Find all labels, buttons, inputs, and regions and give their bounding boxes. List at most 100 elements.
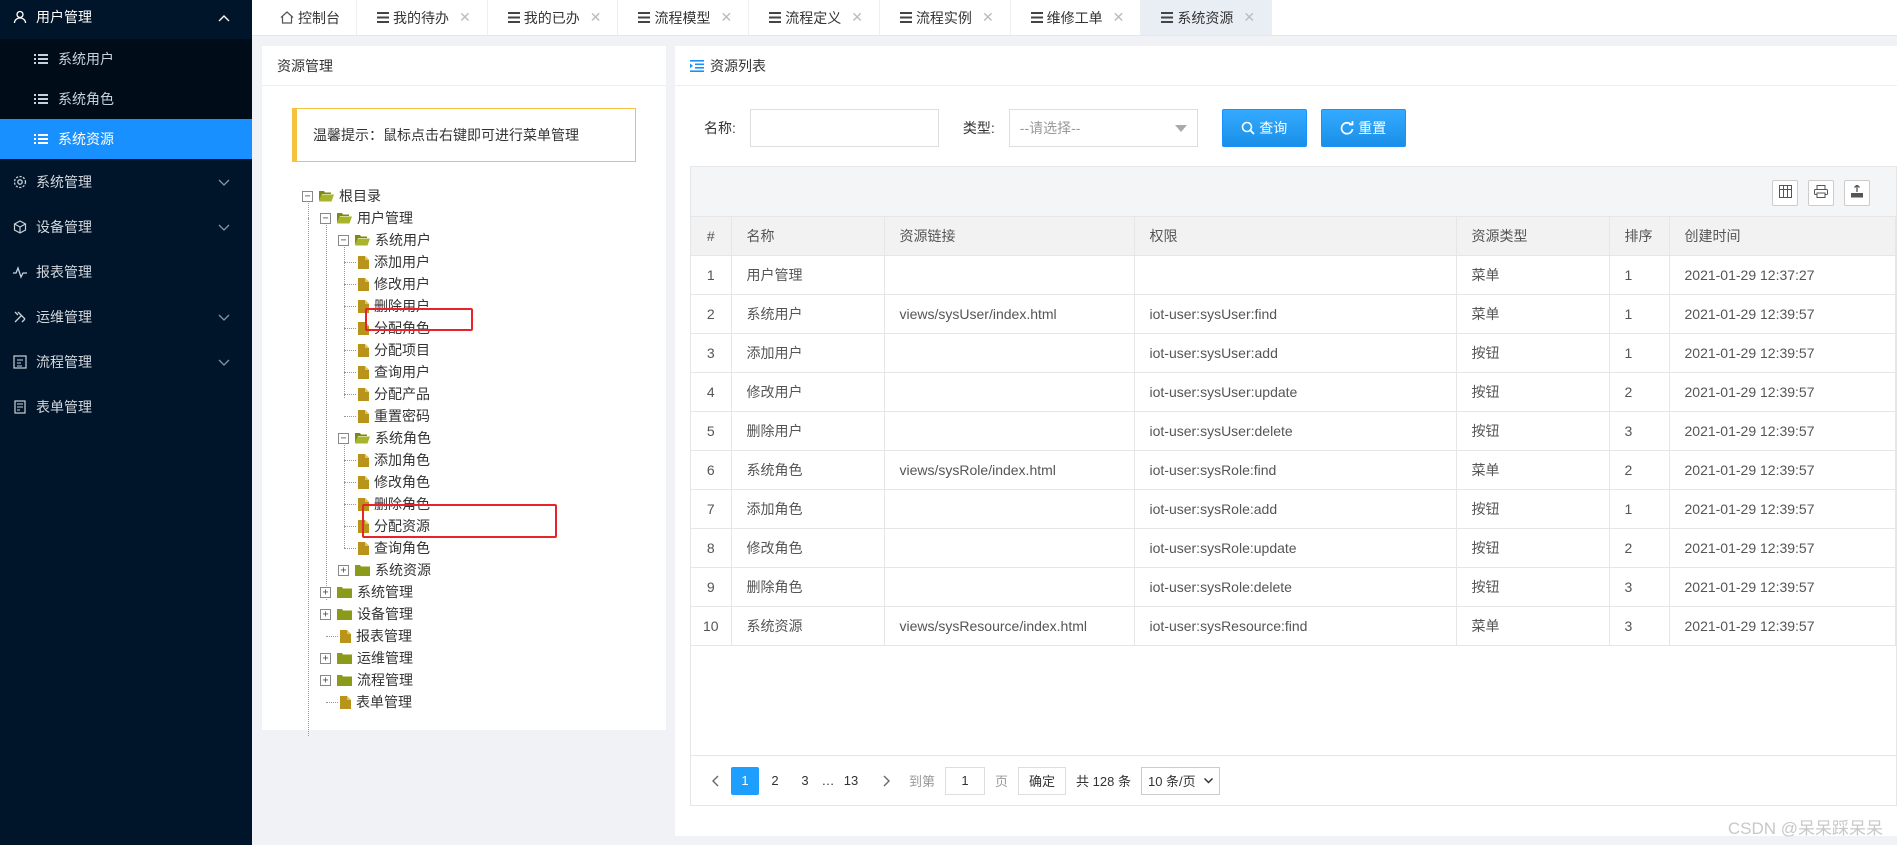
tree-node-system-resources[interactable]: + 系统资源 bbox=[338, 560, 431, 580]
tree-node-label: 系统角色 bbox=[375, 430, 431, 446]
tree-node-ops-management[interactable]: + 运维管理 bbox=[320, 648, 413, 668]
table-cell: 2021-01-29 12:39:57 bbox=[1669, 450, 1896, 490]
close-icon[interactable]: ✕ bbox=[720, 9, 732, 26]
tree-node-query-user[interactable]: 查询用户 bbox=[358, 362, 430, 382]
tab-process-instance[interactable]: 流程实例 ✕ bbox=[880, 0, 1011, 35]
tree-node-edit-user[interactable]: 修改用户 bbox=[358, 274, 430, 294]
page-button[interactable]: 3 bbox=[791, 767, 819, 795]
tree-node-query-role[interactable]: 查询角色 bbox=[358, 538, 430, 558]
tree-node-add-user[interactable]: 添加用户 bbox=[358, 252, 430, 272]
tab-my-done[interactable]: 我的已办 ✕ bbox=[488, 0, 619, 35]
expand-icon[interactable]: + bbox=[320, 652, 331, 664]
tree-node-reset-password[interactable]: 重置密码 bbox=[358, 406, 430, 426]
close-icon[interactable]: ✕ bbox=[459, 9, 471, 26]
collapse-icon[interactable]: − bbox=[320, 212, 331, 224]
table-row[interactable]: 6 系统角色 views/sysRole/index.html iot-user… bbox=[691, 450, 1896, 490]
tree-node-edit-role[interactable]: 修改角色 bbox=[358, 472, 430, 492]
table-row[interactable]: 5 删除用户 iot-user:sysUser:delete 按钮 3 2021… bbox=[691, 411, 1896, 451]
table-row[interactable]: 3 添加用户 iot-user:sysUser:add 按钮 1 2021-01… bbox=[691, 333, 1896, 373]
expand-icon[interactable]: + bbox=[338, 564, 349, 576]
goto-label: 到第 bbox=[909, 774, 936, 789]
reset-button[interactable]: 重置 bbox=[1320, 109, 1406, 147]
page-button[interactable]: 2 bbox=[761, 767, 789, 795]
sidebar-item-process-management[interactable]: 流程管理 bbox=[0, 339, 252, 384]
collapse-icon[interactable]: − bbox=[338, 432, 349, 444]
tree-node-form-management[interactable]: 表单管理 bbox=[340, 692, 412, 712]
page-size-select[interactable]: 10 条/页 bbox=[1140, 766, 1220, 795]
columns-button[interactable] bbox=[1772, 180, 1798, 206]
close-icon[interactable]: ✕ bbox=[1243, 9, 1255, 26]
tree-node-assign-project[interactable]: 分配项目 bbox=[358, 340, 430, 360]
sidebar-subitem-label: 系统角色 bbox=[58, 91, 114, 107]
table-cell: 删除用户 bbox=[731, 411, 885, 451]
expand-icon[interactable]: + bbox=[320, 608, 331, 620]
page-button[interactable]: 13 bbox=[837, 767, 865, 795]
table-cell bbox=[884, 528, 1135, 568]
flow-icon bbox=[12, 354, 28, 370]
sidebar-subitem-system-roles[interactable]: 系统角色 bbox=[0, 79, 252, 119]
tab-dashboard[interactable]: 控制台 bbox=[260, 0, 357, 35]
sidebar-item-report-management[interactable]: 报表管理 bbox=[0, 249, 252, 294]
collapse-icon[interactable]: − bbox=[338, 234, 349, 246]
table-row[interactable]: 10 系统资源 views/sysResource/index.html iot… bbox=[691, 606, 1896, 646]
sidebar-item-system-management[interactable]: 系统管理 bbox=[0, 159, 252, 204]
tab-repair-order[interactable]: 维修工单 ✕ bbox=[1011, 0, 1142, 35]
tab-my-todo[interactable]: 我的待办 ✕ bbox=[357, 0, 488, 35]
tab-label: 我的已办 bbox=[523, 9, 580, 26]
sidebar-item-label: 报表管理 bbox=[36, 263, 92, 280]
sidebar-item-label: 运维管理 bbox=[36, 308, 92, 325]
tree-node-assign-product[interactable]: 分配产品 bbox=[358, 384, 430, 404]
tree-node-device-management[interactable]: + 设备管理 bbox=[320, 604, 413, 624]
tab-system-resources[interactable]: 系统资源 ✕ bbox=[1141, 0, 1273, 35]
sidebar-item-ops-management[interactable]: 运维管理 bbox=[0, 294, 252, 339]
tree-node-label: 分配产品 bbox=[374, 386, 430, 402]
table-row[interactable]: 2 系统用户 views/sysUser/index.html iot-user… bbox=[691, 294, 1896, 334]
close-icon[interactable]: ✕ bbox=[590, 9, 602, 26]
folder-icon bbox=[337, 608, 352, 620]
tree-node-report-management[interactable]: 报表管理 bbox=[340, 626, 412, 646]
sidebar-item-user-management[interactable]: 用户管理 bbox=[0, 0, 252, 39]
tree-node-system-users[interactable]: − 系统用户 bbox=[338, 230, 431, 250]
expand-icon[interactable]: + bbox=[320, 586, 331, 598]
page-unit-label: 页 bbox=[995, 774, 1009, 789]
collapse-icon[interactable]: − bbox=[302, 190, 313, 202]
goto-confirm-button[interactable]: 确定 bbox=[1018, 766, 1067, 795]
tree-node-system-roles[interactable]: − 系统角色 bbox=[338, 428, 431, 448]
tree-node-label: 分配项目 bbox=[374, 342, 430, 358]
table-row[interactable]: 1 用户管理 菜单 1 2021-01-29 12:37:27 bbox=[691, 255, 1896, 295]
close-icon[interactable]: ✕ bbox=[1113, 9, 1125, 26]
tree-node-root[interactable]: − 根目录 bbox=[302, 186, 381, 206]
print-button[interactable] bbox=[1808, 180, 1834, 206]
goto-page-input[interactable]: 1 bbox=[945, 766, 986, 795]
tree-node-add-role[interactable]: 添加角色 bbox=[358, 450, 430, 470]
tree-connector bbox=[344, 548, 356, 549]
query-button[interactable]: 查询 bbox=[1221, 109, 1307, 147]
table-cell: iot-user:sysRole:find bbox=[1134, 450, 1457, 490]
sidebar-subitem-system-resources[interactable]: 系统资源 bbox=[0, 119, 252, 159]
sidebar-item-form-management[interactable]: 表单管理 bbox=[0, 384, 252, 429]
tab-process-definition[interactable]: 流程定义 ✕ bbox=[749, 0, 880, 35]
table-row[interactable]: 4 修改用户 iot-user:sysUser:update 按钮 2 2021… bbox=[691, 372, 1896, 412]
expand-icon[interactable]: + bbox=[320, 674, 331, 686]
table-row[interactable]: 7 添加角色 iot-user:sysRole:add 按钮 1 2021-01… bbox=[691, 489, 1896, 529]
refresh-icon bbox=[1340, 121, 1354, 135]
panel-title: 资源列表 bbox=[710, 57, 766, 74]
export-button[interactable] bbox=[1844, 180, 1870, 206]
page-button[interactable]: 1 bbox=[731, 766, 759, 795]
close-icon[interactable]: ✕ bbox=[982, 9, 994, 26]
table-cell: 按钮 bbox=[1456, 528, 1610, 568]
prev-page-icon[interactable] bbox=[701, 767, 729, 795]
name-input[interactable] bbox=[749, 109, 939, 147]
tree-node-process-management[interactable]: + 流程管理 bbox=[320, 670, 413, 690]
tree-node-user-management[interactable]: − 用户管理 bbox=[320, 208, 413, 228]
table-row[interactable]: 9 删除角色 iot-user:sysRole:delete 按钮 3 2021… bbox=[691, 567, 1896, 607]
tab-process-model[interactable]: 流程模型 ✕ bbox=[618, 0, 750, 35]
close-icon[interactable]: ✕ bbox=[851, 9, 863, 26]
reset-button-label: 重置 bbox=[1358, 120, 1387, 136]
sidebar-item-device-management[interactable]: 设备管理 bbox=[0, 204, 252, 249]
type-select[interactable]: --请选择-- bbox=[1008, 109, 1198, 147]
tree-node-system-management[interactable]: + 系统管理 bbox=[320, 582, 413, 602]
table-row[interactable]: 8 修改角色 iot-user:sysRole:update 按钮 2 2021… bbox=[691, 528, 1896, 568]
next-page-icon[interactable] bbox=[873, 767, 901, 795]
sidebar-subitem-system-users[interactable]: 系统用户 bbox=[0, 39, 252, 79]
